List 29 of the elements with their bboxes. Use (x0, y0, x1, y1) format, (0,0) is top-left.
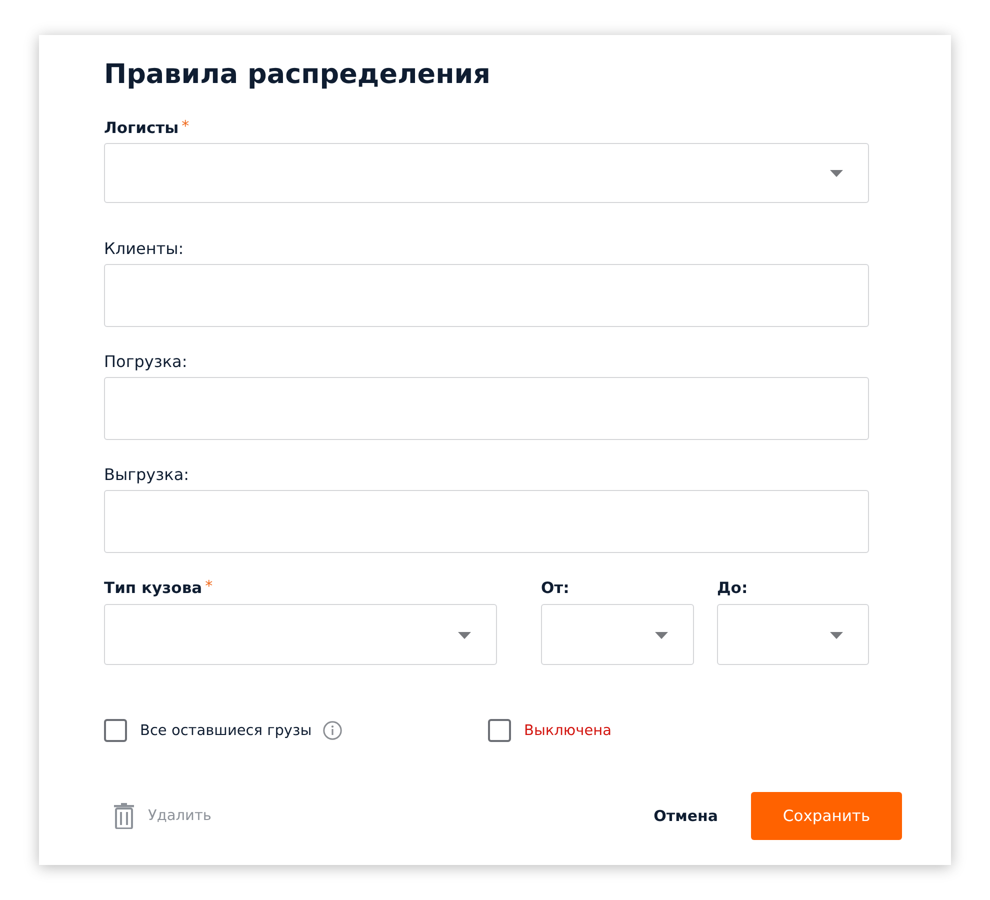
field-label: Тип кузова (104, 578, 202, 598)
field-label: Выгрузка: (104, 465, 190, 485)
dropdown-field[interactable] (104, 143, 869, 203)
required-mark: * (182, 118, 190, 134)
field-label: До: (717, 578, 748, 598)
checkbox-label[interactable]: Все оставшиеся грузы (140, 720, 312, 740)
caret-icon (830, 632, 843, 638)
input-field[interactable] (104, 377, 869, 440)
caret-icon (458, 632, 471, 638)
checkbox-label[interactable]: Выключена (524, 720, 612, 740)
field-label: Клиенты: (104, 239, 184, 259)
caret-icon (655, 632, 668, 638)
field-label: Погрузка: (104, 352, 188, 372)
field-label: Логисты (104, 118, 179, 138)
checkbox[interactable] (104, 719, 127, 742)
info-icon[interactable] (322, 721, 342, 740)
dropdown-field[interactable] (717, 604, 869, 665)
trash-icon (114, 803, 134, 829)
required-mark: * (205, 578, 213, 594)
dialog-title: Правила распределения (104, 58, 491, 92)
dropdown-field[interactable] (104, 604, 497, 665)
dropdown-field[interactable] (541, 604, 694, 665)
input-field[interactable] (104, 490, 869, 553)
input-field[interactable] (104, 264, 869, 327)
field-label: От: (541, 578, 570, 598)
cancel-button[interactable]: Отмена (654, 806, 718, 826)
save-button[interactable]: Сохранить (751, 792, 902, 840)
caret-icon (830, 170, 843, 177)
checkbox[interactable] (488, 719, 511, 742)
